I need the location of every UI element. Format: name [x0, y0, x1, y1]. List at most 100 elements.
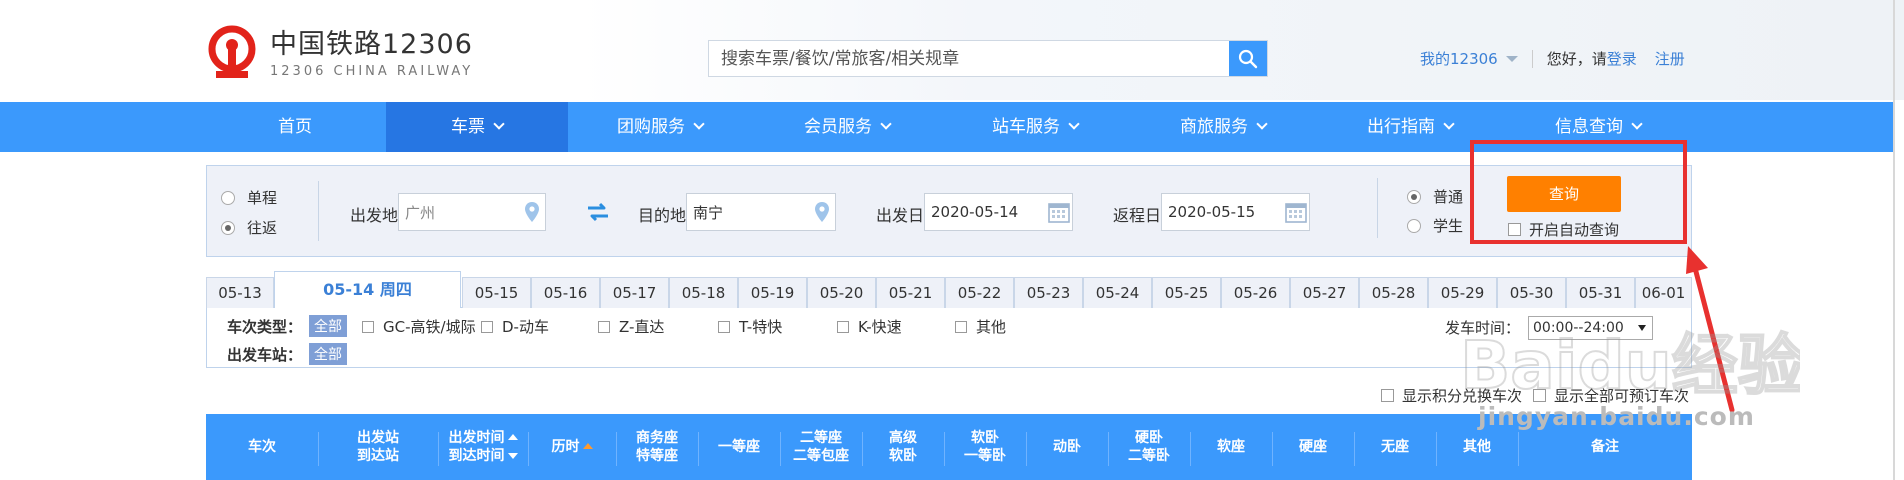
checkbox-label: GC-高铁/城际	[383, 318, 476, 336]
nav-item-member-service[interactable]: 会员服务	[757, 102, 937, 152]
date-tab[interactable]: 05-20	[807, 277, 876, 308]
depart-station-all-tag[interactable]: 全部	[309, 343, 347, 365]
date-tab[interactable]: 05-23	[1014, 277, 1083, 308]
date-tab[interactable]: 05-29	[1428, 277, 1497, 308]
nav-label: 首页	[278, 117, 312, 137]
page: 中国铁路12306 12306 CHINA RAILWAY 我的12306 您好…	[0, 0, 1904, 480]
depart-date-field[interactable]: 2020-05-14	[924, 193, 1073, 231]
chevron-down-icon[interactable]	[1505, 55, 1518, 62]
col-times[interactable]: 出发时间 到达时间	[438, 414, 528, 480]
radio-label: 单程	[247, 189, 278, 207]
radio-adult[interactable]: 普通	[1407, 186, 1463, 207]
nav-item-station-service[interactable]: 站车服务	[945, 102, 1125, 152]
calendar-icon[interactable]	[1046, 197, 1072, 227]
date-tab[interactable]: 05-26	[1221, 277, 1290, 308]
nav-item-business-travel[interactable]: 商旅服务	[1133, 102, 1313, 152]
radio-one-way[interactable]: 单程	[221, 187, 277, 208]
search-button[interactable]	[1229, 41, 1267, 76]
sort-down-icon[interactable]	[507, 453, 518, 459]
sort-up-icon[interactable]	[507, 434, 518, 440]
date-tab[interactable]: 05-27	[1290, 277, 1359, 308]
col-label: 出发站	[357, 430, 399, 446]
radio-dot-selected	[1407, 189, 1421, 204]
scrollbar-edge	[1893, 0, 1895, 480]
checkbox-box	[362, 320, 374, 333]
watermark-url: jingyan.baidu.com	[1478, 402, 1755, 431]
site-logo[interactable]: 中国铁路12306 12306 CHINA RAILWAY	[204, 25, 473, 81]
date-tab[interactable]: 05-22	[945, 277, 1014, 308]
date-tab[interactable]: 05-25	[1152, 277, 1221, 308]
date-tabs: 05-13 05-14 周四 05-15 05-16 05-17 05-18 0…	[206, 271, 1692, 309]
date-tab[interactable]: 05-30	[1497, 277, 1566, 308]
date-tab[interactable]: 05-13	[206, 277, 274, 308]
depart-date-value: 2020-05-14	[931, 203, 1019, 221]
search-input[interactable]	[709, 41, 1229, 76]
col-label: 其他	[1463, 439, 1491, 455]
register-link[interactable]: 注册	[1655, 48, 1685, 69]
from-station-field[interactable]: 广州	[398, 193, 546, 231]
location-pin-icon	[519, 197, 545, 227]
date-tab[interactable]: 05-17	[600, 277, 669, 308]
col-label: 特等座	[636, 448, 678, 464]
col-label: 动卧	[1053, 439, 1081, 455]
logo-subtitle: 12306 CHINA RAILWAY	[270, 63, 474, 79]
date-tab-active[interactable]: 05-14 周四	[274, 271, 461, 309]
nav-item-tickets[interactable]: 车票	[386, 102, 568, 152]
greeting-text: 您好，请	[1546, 50, 1607, 68]
return-date-field[interactable]: 2020-05-15	[1161, 193, 1310, 231]
depart-date-label: 出发日	[876, 206, 925, 225]
radio-label: 往返	[247, 219, 278, 237]
col-label: 一等座	[718, 439, 760, 455]
col-emu-sleeper: 动卧	[1026, 414, 1108, 480]
col-label: 高级	[889, 430, 917, 446]
nav-label: 出行指南	[1367, 117, 1435, 137]
my12306-link[interactable]: 我的12306	[1420, 48, 1498, 69]
date-tab[interactable]: 05-24	[1083, 277, 1152, 308]
chevron-down-icon	[1631, 118, 1643, 130]
checkbox-box	[598, 320, 610, 333]
sort-up-icon[interactable]	[582, 443, 593, 449]
checkbox-box	[481, 320, 493, 333]
col-label: 二等包座	[793, 448, 849, 464]
radio-dot	[1407, 218, 1421, 233]
col-hard-sleeper: 硬卧 二等卧	[1108, 414, 1190, 480]
date-tab[interactable]: 05-18	[669, 277, 738, 308]
nav-item-group-service[interactable]: 团购服务	[570, 102, 750, 152]
col-first-class: 一等座	[698, 414, 780, 480]
divider	[318, 181, 319, 241]
login-link[interactable]: 登录	[1607, 48, 1637, 69]
filter-k[interactable]: K-快速	[837, 316, 902, 337]
nav-label: 站车服务	[992, 117, 1060, 137]
filter-z[interactable]: Z-直达	[598, 316, 664, 337]
date-tab[interactable]: 05-15	[462, 277, 531, 308]
chevron-down-icon	[1256, 118, 1268, 130]
swap-stations-icon[interactable]	[586, 201, 610, 223]
col-duration[interactable]: 历时	[528, 414, 616, 480]
chevron-down-icon	[493, 118, 505, 130]
railway-logo-icon	[208, 25, 256, 78]
radio-round-trip[interactable]: 往返	[221, 217, 277, 238]
nav-item-home[interactable]: 首页	[205, 102, 385, 152]
filter-t[interactable]: T-特快	[718, 316, 782, 337]
col-label: 软卧	[971, 430, 999, 446]
date-tab[interactable]: 05-31	[1566, 277, 1635, 308]
col-label: 商务座	[636, 430, 678, 446]
checkbox-label: Z-直达	[619, 318, 665, 336]
date-tab[interactable]: 05-28	[1359, 277, 1428, 308]
nav-label: 车票	[451, 117, 485, 137]
checkbox-box	[955, 320, 967, 333]
date-tab[interactable]: 05-16	[531, 277, 600, 308]
filter-other[interactable]: 其他	[955, 316, 1006, 337]
from-station-value: 广州	[405, 203, 436, 222]
date-tab[interactable]: 05-19	[738, 277, 807, 308]
train-type-all-tag[interactable]: 全部	[309, 315, 347, 337]
filter-d[interactable]: D-动车	[481, 316, 549, 337]
col-label: 无座	[1381, 439, 1409, 455]
calendar-icon[interactable]	[1283, 197, 1309, 227]
radio-student[interactable]: 学生	[1407, 215, 1463, 236]
chevron-down-icon	[1068, 118, 1080, 130]
date-tab[interactable]: 05-21	[876, 277, 945, 308]
col-hard-seat: 硬座	[1272, 414, 1354, 480]
to-station-field[interactable]: 南宁	[686, 193, 836, 231]
filter-gc[interactable]: GC-高铁/城际	[362, 316, 476, 337]
